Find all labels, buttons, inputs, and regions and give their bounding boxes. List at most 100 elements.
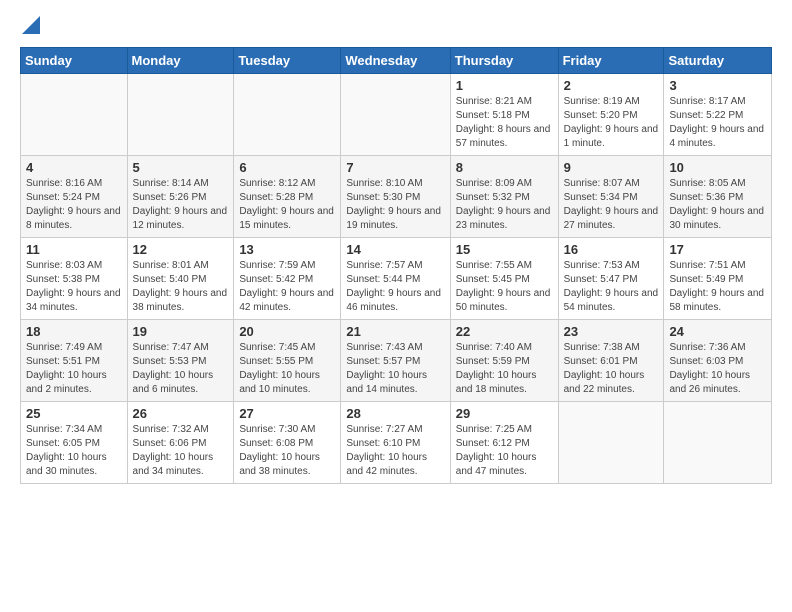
calendar-header-row: SundayMondayTuesdayWednesdayThursdayFrid… (21, 48, 772, 74)
day-number: 15 (456, 242, 553, 257)
day-number: 7 (346, 160, 444, 175)
day-number: 4 (26, 160, 122, 175)
day-info: Sunrise: 7:55 AM Sunset: 5:45 PM Dayligh… (456, 259, 553, 315)
day-number: 26 (133, 406, 229, 421)
day-info: Sunrise: 7:53 AM Sunset: 5:47 PM Dayligh… (564, 259, 659, 315)
day-info: Sunrise: 7:30 AM Sunset: 6:08 PM Dayligh… (239, 423, 335, 479)
day-number: 23 (564, 324, 659, 339)
day-number: 6 (239, 160, 335, 175)
calendar-cell-4-7: 24 Sunrise: 7:36 AM Sunset: 6:03 PM Dayli… (664, 320, 772, 402)
day-info: Sunrise: 7:34 AM Sunset: 6:05 PM Dayligh… (26, 423, 122, 479)
calendar-cell-3-3: 13 Sunrise: 7:59 AM Sunset: 5:42 PM Dayli… (234, 238, 341, 320)
day-info: Sunrise: 8:19 AM Sunset: 5:20 PM Dayligh… (564, 95, 659, 151)
calendar-cell-1-2 (127, 74, 234, 156)
calendar-cell-2-4: 7 Sunrise: 8:10 AM Sunset: 5:30 PM Daylig… (341, 156, 450, 238)
calendar-cell-2-5: 8 Sunrise: 8:09 AM Sunset: 5:32 PM Daylig… (450, 156, 558, 238)
day-info: Sunrise: 7:36 AM Sunset: 6:03 PM Dayligh… (669, 341, 766, 397)
day-number: 18 (26, 324, 122, 339)
day-number: 28 (346, 406, 444, 421)
calendar-cell-5-7 (664, 402, 772, 484)
calendar-body: 1 Sunrise: 8:21 AM Sunset: 5:18 PM Daylig… (21, 74, 772, 484)
day-info: Sunrise: 7:47 AM Sunset: 5:53 PM Dayligh… (133, 341, 229, 397)
day-info: Sunrise: 7:40 AM Sunset: 5:59 PM Dayligh… (456, 341, 553, 397)
day-info: Sunrise: 7:25 AM Sunset: 6:12 PM Dayligh… (456, 423, 553, 479)
day-info: Sunrise: 8:14 AM Sunset: 5:26 PM Dayligh… (133, 177, 229, 233)
calendar-cell-2-7: 10 Sunrise: 8:05 AM Sunset: 5:36 PM Dayli… (664, 156, 772, 238)
day-number: 20 (239, 324, 335, 339)
day-number: 1 (456, 78, 553, 93)
day-number: 29 (456, 406, 553, 421)
day-number: 13 (239, 242, 335, 257)
logo-text (20, 16, 40, 39)
logo (20, 16, 40, 39)
day-info: Sunrise: 7:59 AM Sunset: 5:42 PM Dayligh… (239, 259, 335, 315)
calendar-cell-3-6: 16 Sunrise: 7:53 AM Sunset: 5:47 PM Dayli… (558, 238, 664, 320)
calendar-cell-1-7: 3Sunrise: 8:17 AM Sunset: 5:22 PM Daylig… (664, 74, 772, 156)
calendar-cell-4-3: 20Sunrise: 7:45 AM Sunset: 5:55 PM Dayli… (234, 320, 341, 402)
calendar-cell-5-2: 26 Sunrise: 7:32 AM Sunset: 6:06 PM Dayli… (127, 402, 234, 484)
day-number: 27 (239, 406, 335, 421)
calendar-header-tuesday: Tuesday (234, 48, 341, 74)
day-number: 11 (26, 242, 122, 257)
day-info: Sunrise: 8:10 AM Sunset: 5:30 PM Dayligh… (346, 177, 444, 233)
calendar-cell-2-6: 9 Sunrise: 8:07 AM Sunset: 5:34 PM Daylig… (558, 156, 664, 238)
day-number: 21 (346, 324, 444, 339)
day-number: 9 (564, 160, 659, 175)
day-info: Sunrise: 7:27 AM Sunset: 6:10 PM Dayligh… (346, 423, 444, 479)
day-number: 14 (346, 242, 444, 257)
calendar-cell-5-3: 27 Sunrise: 7:30 AM Sunset: 6:08 PM Dayli… (234, 402, 341, 484)
calendar-header-wednesday: Wednesday (341, 48, 450, 74)
calendar-cell-2-3: 6 Sunrise: 8:12 AM Sunset: 5:28 PM Daylig… (234, 156, 341, 238)
day-info: Sunrise: 8:07 AM Sunset: 5:34 PM Dayligh… (564, 177, 659, 233)
calendar-header-friday: Friday (558, 48, 664, 74)
calendar-header-sunday: Sunday (21, 48, 128, 74)
calendar-cell-3-1: 11 Sunrise: 8:03 AM Sunset: 5:38 PM Dayli… (21, 238, 128, 320)
day-info: Sunrise: 8:12 AM Sunset: 5:28 PM Dayligh… (239, 177, 335, 233)
calendar-cell-2-2: 5 Sunrise: 8:14 AM Sunset: 5:26 PM Daylig… (127, 156, 234, 238)
day-number: 16 (564, 242, 659, 257)
logo-triangle-icon (22, 16, 40, 34)
calendar-header-thursday: Thursday (450, 48, 558, 74)
calendar-cell-3-4: 14 Sunrise: 7:57 AM Sunset: 5:44 PM Dayli… (341, 238, 450, 320)
day-number: 10 (669, 160, 766, 175)
calendar-header-monday: Monday (127, 48, 234, 74)
calendar-cell-4-4: 21 Sunrise: 7:43 AM Sunset: 5:57 PM Dayli… (341, 320, 450, 402)
calendar-cell-1-4 (341, 74, 450, 156)
calendar-cell-5-6 (558, 402, 664, 484)
calendar-cell-4-1: 18Sunrise: 7:49 AM Sunset: 5:51 PM Dayli… (21, 320, 128, 402)
calendar-cell-3-7: 17Sunrise: 7:51 AM Sunset: 5:49 PM Dayli… (664, 238, 772, 320)
calendar-week-1: 1 Sunrise: 8:21 AM Sunset: 5:18 PM Daylig… (21, 74, 772, 156)
calendar-cell-2-1: 4 Sunrise: 8:16 AM Sunset: 5:24 PM Daylig… (21, 156, 128, 238)
day-number: 19 (133, 324, 229, 339)
calendar-cell-1-3 (234, 74, 341, 156)
day-info: Sunrise: 7:32 AM Sunset: 6:06 PM Dayligh… (133, 423, 229, 479)
day-number: 2 (564, 78, 659, 93)
calendar-header-saturday: Saturday (664, 48, 772, 74)
day-info: Sunrise: 8:03 AM Sunset: 5:38 PM Dayligh… (26, 259, 122, 315)
day-number: 24 (669, 324, 766, 339)
day-info: Sunrise: 8:01 AM Sunset: 5:40 PM Dayligh… (133, 259, 229, 315)
calendar-cell-5-4: 28 Sunrise: 7:27 AM Sunset: 6:10 PM Dayli… (341, 402, 450, 484)
day-info: Sunrise: 8:09 AM Sunset: 5:32 PM Dayligh… (456, 177, 553, 233)
day-info: Sunrise: 8:16 AM Sunset: 5:24 PM Dayligh… (26, 177, 122, 233)
page: SundayMondayTuesdayWednesdayThursdayFrid… (0, 0, 792, 500)
day-number: 25 (26, 406, 122, 421)
calendar-cell-3-2: 12 Sunrise: 8:01 AM Sunset: 5:40 PM Dayli… (127, 238, 234, 320)
day-number: 8 (456, 160, 553, 175)
day-info: Sunrise: 8:21 AM Sunset: 5:18 PM Dayligh… (456, 95, 553, 151)
day-info: Sunrise: 7:38 AM Sunset: 6:01 PM Dayligh… (564, 341, 659, 397)
day-number: 12 (133, 242, 229, 257)
calendar-week-5: 25 Sunrise: 7:34 AM Sunset: 6:05 PM Dayli… (21, 402, 772, 484)
day-info: Sunrise: 7:57 AM Sunset: 5:44 PM Dayligh… (346, 259, 444, 315)
day-info: Sunrise: 8:17 AM Sunset: 5:22 PM Dayligh… (669, 95, 766, 151)
calendar-week-3: 11 Sunrise: 8:03 AM Sunset: 5:38 PM Dayli… (21, 238, 772, 320)
day-info: Sunrise: 7:51 AM Sunset: 5:49 PM Dayligh… (669, 259, 766, 315)
calendar-cell-1-6: 2 Sunrise: 8:19 AM Sunset: 5:20 PM Daylig… (558, 74, 664, 156)
day-info: Sunrise: 8:05 AM Sunset: 5:36 PM Dayligh… (669, 177, 766, 233)
calendar-cell-4-5: 22Sunrise: 7:40 AM Sunset: 5:59 PM Dayli… (450, 320, 558, 402)
day-number: 5 (133, 160, 229, 175)
day-info: Sunrise: 7:43 AM Sunset: 5:57 PM Dayligh… (346, 341, 444, 397)
header (20, 16, 772, 39)
calendar-cell-1-5: 1 Sunrise: 8:21 AM Sunset: 5:18 PM Daylig… (450, 74, 558, 156)
calendar-cell-5-1: 25 Sunrise: 7:34 AM Sunset: 6:05 PM Dayli… (21, 402, 128, 484)
